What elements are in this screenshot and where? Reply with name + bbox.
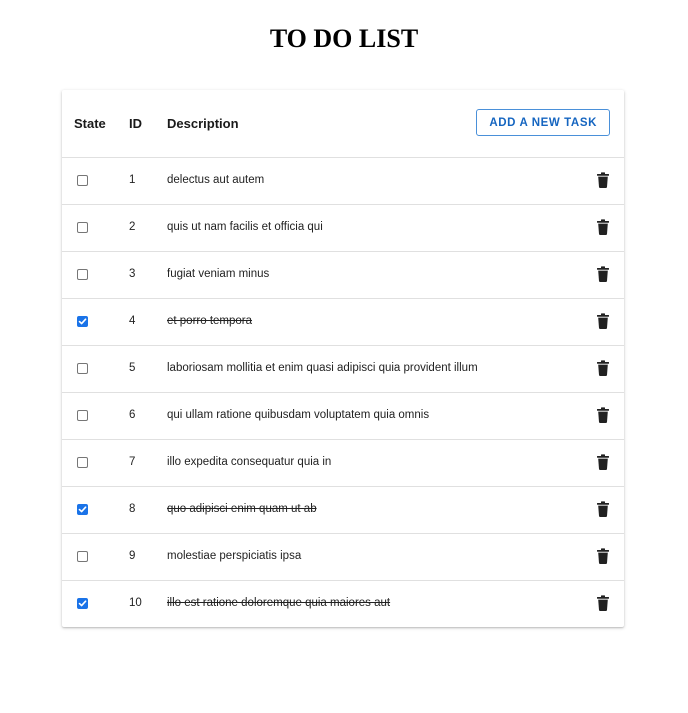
task-id: 10 (129, 597, 142, 609)
task-description: quis ut nam facilis et officia qui (167, 221, 323, 233)
task-state-checkbox[interactable] (77, 175, 88, 186)
task-state-checkbox[interactable] (77, 222, 88, 233)
task-description: qui ullam ratione quibusdam voluptatem q… (167, 409, 430, 421)
task-row: 5 laboriosam mollitia et enim quasi adip… (62, 346, 624, 393)
trash-icon[interactable] (597, 454, 609, 470)
task-description: laboriosam mollitia et enim quasi adipis… (167, 362, 478, 374)
task-row: 3 fugiat veniam minus (62, 252, 624, 299)
task-state-checkbox[interactable] (77, 457, 88, 468)
task-row: 7 illo expedita consequatur quia in (62, 440, 624, 487)
trash-icon[interactable] (597, 313, 609, 329)
trash-icon[interactable] (597, 595, 609, 611)
task-id: 7 (129, 456, 136, 468)
id-column-header: ID (129, 116, 142, 131)
todo-table: State ID Description ADD A NEW TASK 1 de… (62, 90, 624, 627)
task-id: 9 (129, 550, 136, 562)
trash-icon[interactable] (597, 360, 609, 376)
table-header-row: State ID Description ADD A NEW TASK (62, 90, 624, 158)
task-state-checkbox[interactable] (77, 551, 88, 562)
description-column-header: Description (167, 116, 239, 131)
add-task-button[interactable]: ADD A NEW TASK (476, 109, 610, 136)
task-id: 4 (129, 315, 136, 327)
task-id: 1 (129, 174, 136, 186)
task-id: 8 (129, 503, 136, 515)
task-id: 5 (129, 362, 136, 374)
task-description: fugiat veniam minus (167, 268, 270, 280)
trash-icon[interactable] (597, 548, 609, 564)
trash-icon[interactable] (597, 407, 609, 423)
task-state-checkbox[interactable] (77, 269, 88, 280)
page-title: TO DO LIST (269, 24, 419, 53)
task-row: 1 delectus aut autem (62, 158, 624, 205)
task-state-checkbox[interactable] (77, 316, 88, 327)
task-id: 2 (129, 221, 136, 233)
task-row: 10 illo est ratione doloremque quia maio… (62, 581, 624, 627)
task-state-checkbox[interactable] (77, 363, 88, 374)
task-state-checkbox[interactable] (77, 410, 88, 421)
task-row: 8 quo adipisci enim quam ut ab (62, 487, 624, 534)
task-state-checkbox[interactable] (77, 504, 88, 515)
task-description: delectus aut autem (167, 174, 265, 186)
trash-icon[interactable] (597, 172, 609, 188)
trash-icon[interactable] (597, 266, 609, 282)
task-state-checkbox[interactable] (77, 598, 88, 609)
task-description: illo est ratione doloremque quia maiores… (167, 597, 391, 609)
task-row: 9 molestiae perspiciatis ipsa (62, 534, 624, 581)
task-row: 6 qui ullam ratione quibusdam voluptatem… (62, 393, 624, 440)
task-list: 1 delectus aut autem 2 quis ut nam facil… (62, 158, 624, 627)
task-description: et porro tempora (167, 315, 253, 327)
trash-icon[interactable] (597, 501, 609, 517)
task-id: 6 (129, 409, 136, 421)
task-description: illo expedita consequatur quia in (167, 456, 332, 468)
state-column-header: State (74, 116, 106, 131)
task-description: molestiae perspiciatis ipsa (167, 550, 302, 562)
task-row: 4 et porro tempora (62, 299, 624, 346)
task-id: 3 (129, 268, 136, 280)
task-row: 2 quis ut nam facilis et officia qui (62, 205, 624, 252)
trash-icon[interactable] (597, 219, 609, 235)
task-description: quo adipisci enim quam ut ab (167, 503, 317, 515)
